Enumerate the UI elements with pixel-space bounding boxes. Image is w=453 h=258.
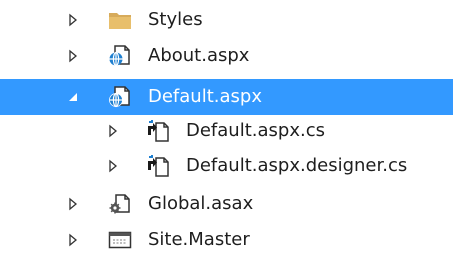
tree-item-label: Styles: [148, 9, 203, 30]
tree-item-label: About.aspx: [148, 45, 250, 66]
tree-item-site-master[interactable]: Site.Master: [0, 222, 453, 258]
solution-explorer-tree: Styles About.aspx Default.aspx Default.a…: [0, 0, 453, 258]
expand-arrow-icon[interactable]: [106, 159, 120, 173]
tree-item-label: Global.asax: [148, 193, 254, 214]
tree-item-default-aspx[interactable]: Default.aspx: [0, 79, 453, 115]
tree-item-styles[interactable]: Styles: [0, 2, 453, 38]
tree-item-global-asax[interactable]: Global.asax: [0, 186, 453, 222]
csharp-file-icon: [148, 155, 169, 177]
tree-item-label: Default.aspx.designer.cs: [186, 155, 408, 176]
tree-item-label: Default.aspx: [148, 86, 262, 107]
global-asax-icon: [109, 194, 130, 214]
master-page-icon: [108, 231, 132, 249]
expand-arrow-icon[interactable]: [66, 49, 80, 63]
expand-arrow-icon[interactable]: [66, 197, 80, 211]
tree-item-label: Default.aspx.cs: [186, 120, 325, 141]
folder-icon: [109, 13, 131, 29]
tree-item-default-aspx-designer-cs[interactable]: Default.aspx.designer.cs: [0, 148, 453, 184]
expand-arrow-icon[interactable]: [66, 233, 80, 247]
expand-arrow-icon[interactable]: [66, 13, 80, 27]
expand-arrow-icon[interactable]: [106, 124, 120, 138]
tree-item-default-aspx-cs[interactable]: Default.aspx.cs: [0, 113, 453, 149]
collapse-arrow-icon[interactable]: [66, 90, 80, 104]
web-form-icon: [109, 45, 130, 67]
tree-item-label: Site.Master: [148, 229, 250, 250]
csharp-file-icon: [148, 120, 169, 142]
web-form-icon: [109, 86, 130, 108]
tree-item-about-aspx[interactable]: About.aspx: [0, 38, 453, 74]
